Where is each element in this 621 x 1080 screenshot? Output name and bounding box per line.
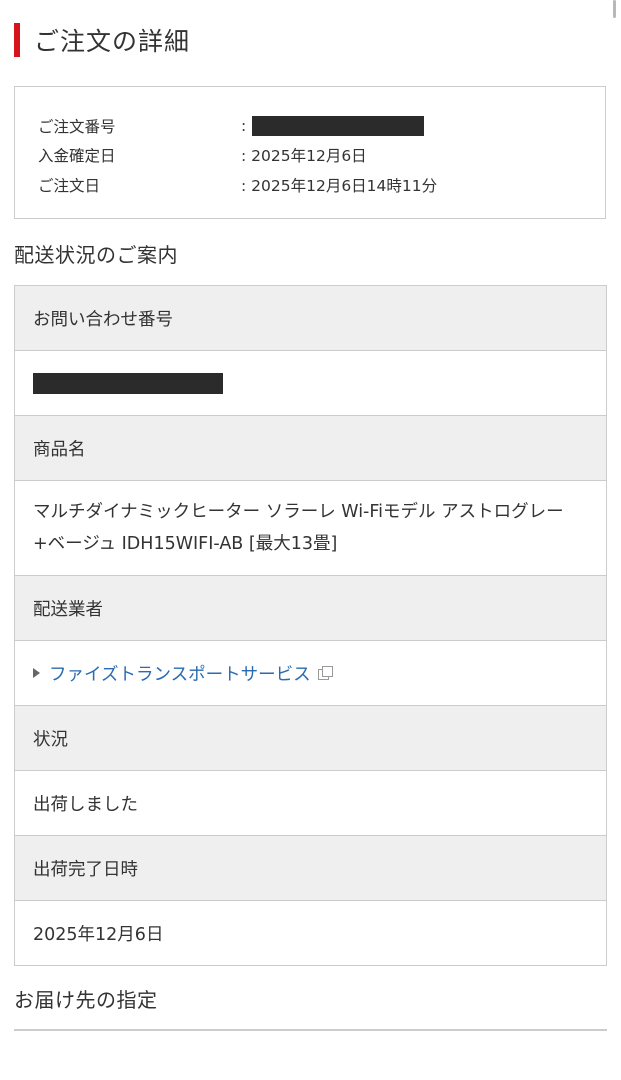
tracking-number-label: お問い合わせ番号 xyxy=(15,286,606,351)
shipped-datetime-label: 出荷完了日時 xyxy=(15,836,606,901)
page-header: ご注文の詳細 xyxy=(14,20,190,60)
tracking-number-cell xyxy=(15,351,606,416)
payment-date-row: 入金確定日 : 2025年12月6日 xyxy=(15,141,605,171)
order-date-value: : 2025年12月6日14時11分 xyxy=(241,176,438,195)
order-date-label: ご注文日 xyxy=(38,176,101,195)
scrollbar[interactable] xyxy=(613,0,616,18)
shipped-datetime-value: 2025年12月6日 xyxy=(15,901,606,966)
payment-date-value: : 2025年12月6日 xyxy=(241,147,367,166)
product-name-value: マルチダイナミックヒーター ソラーレ Wi-Fiモデル アストログレー+ベージュ… xyxy=(15,481,606,576)
page-title: ご注文の詳細 xyxy=(34,27,191,56)
status-value: 出荷しました xyxy=(15,771,606,836)
carrier-link-text[interactable]: ファイズトランスポートサービス xyxy=(49,661,311,686)
order-detail-page: ご注文の詳細 ご注文番号 : 入金確定日 : 2025年12月6日 ご注文日 :… xyxy=(0,0,621,1080)
shipping-status-heading: 配送状況のご案内 xyxy=(14,243,178,267)
status-label: 状況 xyxy=(15,706,606,771)
payment-date-label: 入金確定日 xyxy=(38,147,116,166)
divider xyxy=(14,1029,607,1031)
order-number-redacted xyxy=(252,115,425,136)
order-date-row: ご注文日 : 2025年12月6日14時11分 xyxy=(15,170,605,200)
title-accent-bar xyxy=(14,23,20,57)
order-number-colon: : xyxy=(241,116,247,135)
external-window-icon xyxy=(317,666,333,680)
order-number-row: ご注文番号 : xyxy=(15,111,605,141)
shipping-status-table: お問い合わせ番号 商品名 マルチダイナミックヒーター ソラーレ Wi-Fiモデル… xyxy=(14,285,607,966)
tracking-number-redacted xyxy=(33,372,223,394)
order-summary-box: ご注文番号 : 入金確定日 : 2025年12月6日 ご注文日 : 2025年1… xyxy=(14,86,606,219)
carrier-label: 配送業者 xyxy=(15,576,606,641)
product-name-label: 商品名 xyxy=(15,416,606,481)
triangle-right-icon xyxy=(33,668,40,678)
carrier-cell: ファイズトランスポートサービス xyxy=(15,641,606,706)
order-number-label: ご注文番号 xyxy=(38,117,116,136)
delivery-destination-heading: お届け先の指定 xyxy=(14,988,158,1012)
carrier-link[interactable]: ファイズトランスポートサービス xyxy=(33,661,333,686)
